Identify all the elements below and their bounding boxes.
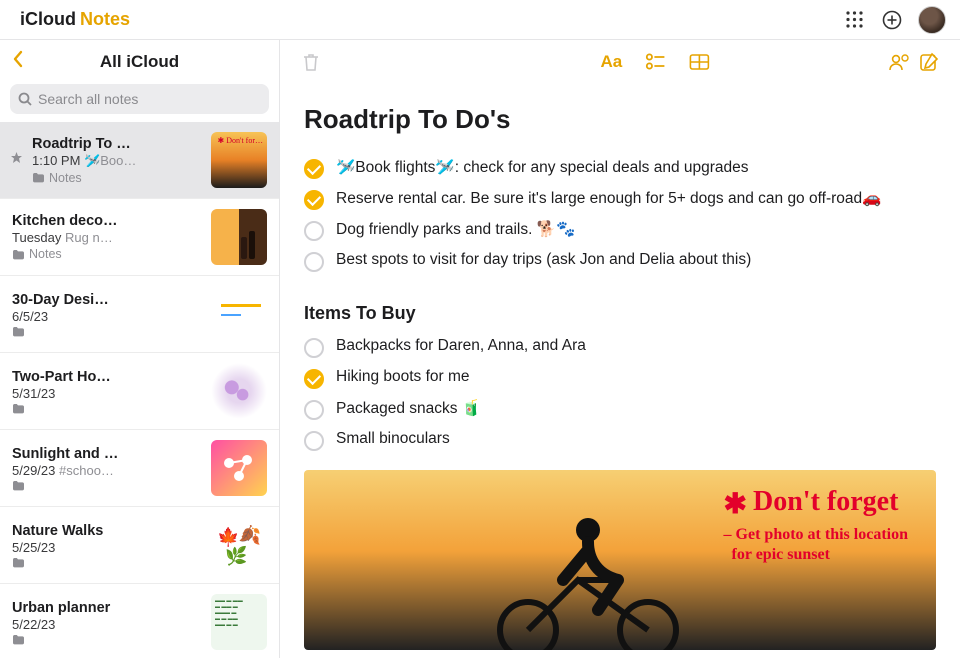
checkbox[interactable]: [304, 159, 324, 179]
note-content-pane: Aa Roadtrip To Do's 🛩️Book flights🛩️: ch…: [280, 40, 960, 658]
note-list-item[interactable]: Roadtrip To … 1:10 PM 🛩️Boo… Notes ✱ Don…: [0, 122, 279, 199]
note-item-folder: [12, 634, 203, 645]
note-item-folder: [12, 326, 203, 337]
note-list-item[interactable]: Nature Walks 5/25/23 🍁🍂🌿: [0, 507, 279, 584]
note-body[interactable]: Roadtrip To Do's 🛩️Book flights🛩️: check…: [280, 84, 960, 658]
star-icon: ✱: [724, 487, 747, 522]
note-list-item[interactable]: Two-Part Ho… 5/31/23: [0, 353, 279, 430]
checkbox[interactable]: [304, 400, 324, 420]
note-item-subtitle: Tuesday Rug n…: [12, 230, 203, 245]
checkbox[interactable]: [304, 338, 324, 358]
note-item-title: Sunlight and …: [12, 446, 203, 462]
checklist-item[interactable]: 🛩️Book flights🛩️: check for any special …: [304, 153, 936, 184]
search-input[interactable]: Search all notes: [10, 84, 269, 114]
checklist-item[interactable]: Hiking boots for me: [304, 363, 936, 394]
pin-icon: [10, 152, 23, 170]
account-avatar[interactable]: [918, 6, 946, 34]
note-item-folder: [12, 480, 203, 491]
checklist-item[interactable]: Dog friendly parks and trails. 🐕🐾: [304, 215, 936, 246]
note-item-folder: [12, 403, 203, 414]
sidebar-title: All iCloud: [0, 52, 279, 72]
note-title: Roadtrip To Do's: [304, 104, 936, 135]
note-item-title: Urban planner: [12, 600, 203, 616]
search-placeholder: Search all notes: [38, 91, 138, 107]
note-item-title: Two-Part Ho…: [12, 369, 203, 385]
note-list-item[interactable]: Sunlight and … 5/29/23 #schoo…: [0, 430, 279, 507]
brand-notes: Notes: [80, 9, 130, 30]
note-item-folder: Notes: [32, 171, 203, 185]
create-button[interactable]: [878, 6, 906, 34]
checklist-item-text: Small binoculars: [336, 430, 450, 448]
note-item-thumbnail: [211, 440, 267, 496]
note-image: ✱Don't forget – Get photo at this locati…: [304, 470, 936, 650]
checklist-item-text: Hiking boots for me: [336, 368, 470, 386]
checklist-item-text: Backpacks for Daren, Anna, and Ara: [336, 337, 586, 355]
note-list-item[interactable]: 30-Day Desi… 6/5/23: [0, 276, 279, 353]
note-item-thumbnail: [211, 286, 267, 342]
checkbox[interactable]: [304, 252, 324, 272]
global-header: iCloud Notes: [0, 0, 960, 40]
note-item-title: Kitchen deco…: [12, 213, 203, 229]
checklist-item[interactable]: Packaged snacks 🧃: [304, 394, 936, 425]
note-item-subtitle: 5/31/23: [12, 386, 203, 401]
note-item-subtitle: 5/25/23: [12, 540, 203, 555]
checkbox[interactable]: [304, 369, 324, 389]
checkbox[interactable]: [304, 221, 324, 241]
note-item-title: Nature Walks: [12, 523, 203, 539]
collaborate-button[interactable]: [884, 47, 914, 77]
note-item-thumbnail: 🍁🍂🌿: [211, 517, 267, 573]
note-item-subtitle: 1:10 PM 🛩️Boo…: [32, 153, 203, 169]
note-item-thumbnail: [211, 209, 267, 265]
brand-icloud: iCloud: [20, 9, 76, 30]
note-list-item[interactable]: Urban planner 5/22/23 ▬▬ ▬ ▬▬▬ ▬▬ ▬▬▬▬ ▬…: [0, 584, 279, 658]
compose-note-button[interactable]: [914, 47, 944, 77]
checklist-button[interactable]: [640, 47, 670, 77]
checklist-item-text: Dog friendly parks and trails. 🐕🐾: [336, 220, 575, 239]
sidebar-header: All iCloud: [0, 40, 279, 84]
note-item-subtitle: 5/22/23: [12, 617, 203, 632]
notes-list[interactable]: Roadtrip To … 1:10 PM 🛩️Boo… Notes ✱ Don…: [0, 122, 279, 658]
checklist-item-text: Best spots to visit for day trips (ask J…: [336, 251, 751, 269]
note-list-item[interactable]: Kitchen deco… Tuesday Rug n… Notes: [0, 199, 279, 276]
table-button[interactable]: [684, 47, 714, 77]
checklist-item-text: Reserve rental car. Be sure it's large e…: [336, 189, 881, 208]
format-text-button[interactable]: Aa: [596, 47, 626, 77]
checklist-item[interactable]: Best spots to visit for day trips (ask J…: [304, 246, 936, 277]
cyclist-silhouette-icon: [468, 490, 708, 650]
note-item-subtitle: 5/29/23 #schoo…: [12, 463, 203, 478]
note-item-thumbnail: [211, 363, 267, 419]
checklist-item-text: Packaged snacks 🧃: [336, 399, 481, 418]
checklist-item[interactable]: Backpacks for Daren, Anna, and Ara: [304, 332, 936, 363]
back-chevron-icon[interactable]: [12, 50, 24, 74]
checklist-item[interactable]: Reserve rental car. Be sure it's large e…: [304, 184, 936, 215]
note-item-thumbnail: ✱ Don't for…: [211, 132, 267, 188]
note-item-subtitle: 6/5/23: [12, 309, 203, 324]
checklist-item[interactable]: Small binoculars: [304, 425, 936, 456]
delete-note-button[interactable]: [296, 47, 326, 77]
sidebar: All iCloud Search all notes Roadtrip To …: [0, 40, 280, 658]
app-launcher-button[interactable]: [840, 6, 868, 34]
checklist-item-text: 🛩️Book flights🛩️: check for any special …: [336, 158, 749, 177]
checkbox[interactable]: [304, 431, 324, 451]
note-item-folder: Notes: [12, 247, 203, 261]
note-item-title: 30-Day Desi…: [12, 292, 203, 308]
handwriting-annotation: ✱Don't forget – Get photo at this locati…: [724, 484, 908, 565]
note-item-folder: [12, 557, 203, 568]
note-item-thumbnail: ▬▬ ▬ ▬▬▬ ▬▬ ▬▬▬▬ ▬▬ ▬ ▬▬▬▬ ▬ ▬: [211, 594, 267, 650]
note-subheading: Items To Buy: [304, 303, 936, 324]
note-toolbar: Aa: [280, 40, 960, 84]
note-item-title: Roadtrip To …: [32, 136, 203, 152]
checkbox[interactable]: [304, 190, 324, 210]
